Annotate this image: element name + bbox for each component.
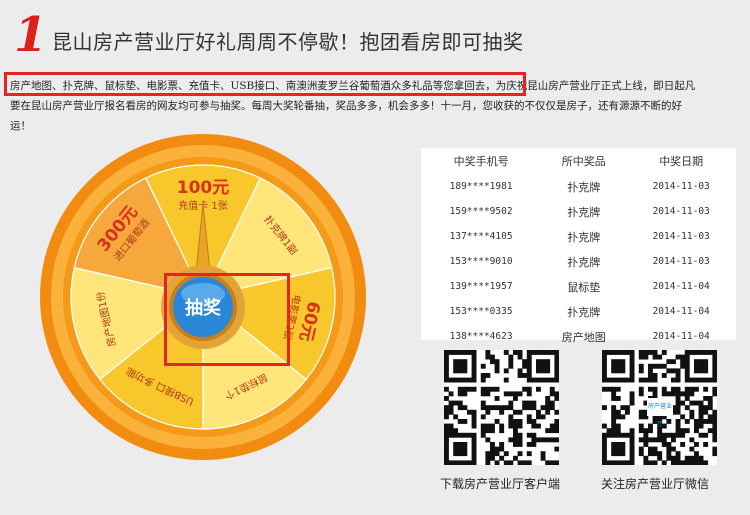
qr-caption-app[interactable]: 下载房产营业厅客户端	[440, 475, 560, 492]
winner-date: 2014-11-03	[652, 206, 710, 217]
winner-prize: 扑克牌	[567, 205, 601, 219]
qr-code-icon	[444, 350, 559, 465]
section-number-badge: 1	[14, 7, 48, 63]
winner-date: 2014-11-04	[652, 331, 710, 342]
winners-table-panel: 中奖手机号 所中奖品 中奖日期 189****1981 扑克牌 2014-11-…	[421, 148, 736, 344]
table-row: 138****4623 房产地图 2014-11-04	[421, 324, 736, 349]
table-row: 159****9502 扑克牌 2014-11-03	[421, 199, 736, 224]
winner-phone: 153****9010	[449, 256, 513, 267]
winner-prize: 扑克牌	[567, 230, 601, 244]
table-row: 137****4105 扑克牌 2014-11-03	[421, 224, 736, 249]
qr-code-wechat[interactable]: 房产营业厅	[602, 350, 717, 465]
table-row: 139****1957 鼠标垫 2014-11-04	[421, 274, 736, 299]
winner-prize: 鼠标垫	[567, 280, 601, 294]
winner-date: 2014-11-04	[652, 281, 710, 292]
winner-phone: 139****1957	[449, 281, 513, 292]
highlight-box-prizes	[4, 72, 526, 96]
winners-header-row: 中奖手机号 所中奖品 中奖日期	[421, 148, 736, 174]
winner-date: 2014-11-03	[652, 256, 710, 267]
qr-code-app-download[interactable]	[444, 350, 559, 465]
winner-prize: 扑克牌	[567, 180, 601, 194]
winner-phone: 189****1981	[449, 181, 513, 192]
table-row: 153****0335 扑克牌 2014-11-04	[421, 299, 736, 324]
header-date: 中奖日期	[659, 155, 704, 168]
winner-phone: 137****4105	[449, 231, 513, 242]
winner-date: 2014-11-03	[652, 181, 710, 192]
winner-prize: 扑克牌	[567, 305, 601, 319]
winner-date: 2014-11-04	[652, 306, 710, 317]
header-prize: 所中奖品	[561, 155, 606, 168]
winner-phone: 138****4623	[449, 331, 513, 342]
intro-line: 要在昆山房产营业厅报名看房的网友均可参与抽奖。每周大奖轮番抽，奖品多多，机会多多…	[10, 100, 682, 112]
winner-date: 2014-11-03	[652, 231, 710, 242]
winner-prize: 房产地图	[561, 330, 606, 344]
winner-phone: 159****9502	[449, 206, 513, 217]
page-title: 昆山房产营业厅好礼周周不停歇！抱团看房即可抽奖	[52, 30, 524, 54]
qr-caption-wechat[interactable]: 关注房产营业厅微信	[601, 475, 709, 492]
table-row: 189****1981 扑克牌 2014-11-03	[421, 174, 736, 199]
wechat-qr-logo: 房产营业厅	[647, 398, 673, 428]
winner-phone: 153****0335	[449, 306, 513, 317]
winners-table: 中奖手机号 所中奖品 中奖日期 189****1981 扑克牌 2014-11-…	[421, 148, 736, 349]
highlight-box-draw-button	[164, 273, 290, 366]
winner-prize: 扑克牌	[567, 255, 601, 269]
header-phone: 中奖手机号	[453, 155, 509, 168]
wheel-prize-amount: 100元	[177, 178, 230, 198]
table-row: 153****9010 扑克牌 2014-11-03	[421, 249, 736, 274]
